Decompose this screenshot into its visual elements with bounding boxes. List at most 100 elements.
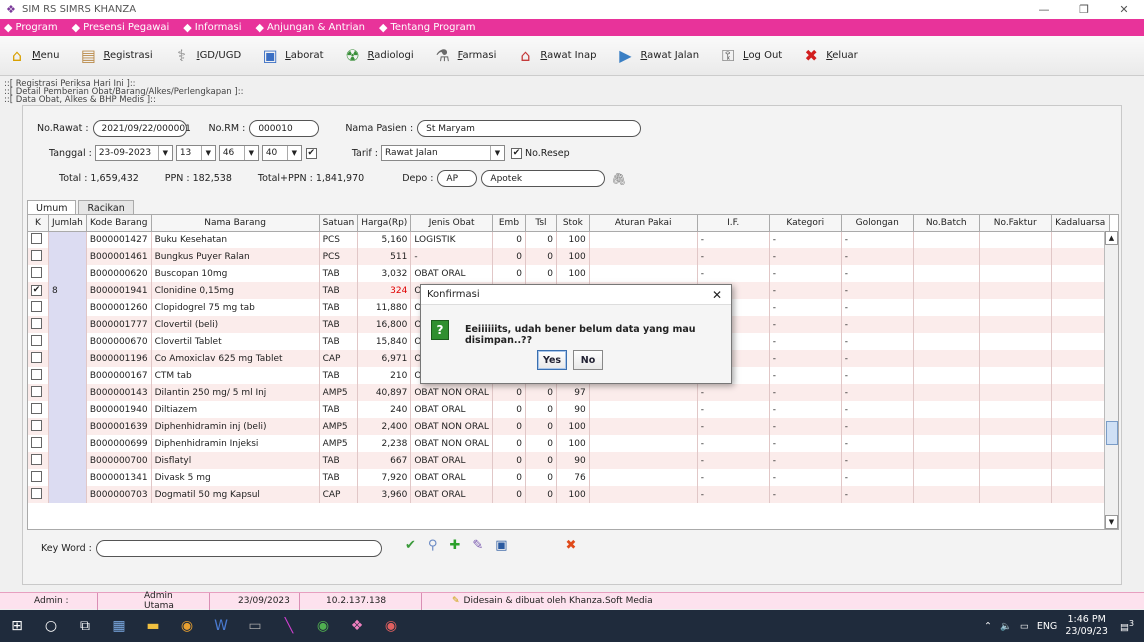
table-row[interactable]: B000000143 Dilantin 250 mg/ 5 ml Inj AMP5 4… xyxy=(28,384,1110,401)
toolbar-igd-ugd-button[interactable]: ⚕ IGD/UGD xyxy=(171,45,241,67)
depo-name-field[interactable]: Apotek xyxy=(481,170,606,187)
word-icon[interactable]: W xyxy=(204,610,238,642)
no-rm-field[interactable]: 000010 xyxy=(249,120,320,137)
column-header[interactable]: Harga(Rp) xyxy=(357,215,412,232)
table-row[interactable]: B000000699 Diphenhidramin Injeksi AMP5 2,23… xyxy=(28,435,1110,452)
table-row[interactable]: B000000700 Disflatyl TAB 667 OBAT ORAL 0 0 90- -… xyxy=(28,452,1110,469)
table-row[interactable]: B000001940 Diltiazem TAB 240 OBAT ORAL 0 0 90- -… xyxy=(28,401,1110,418)
cell-jumlah[interactable] xyxy=(48,469,87,486)
search-icon[interactable]: ○ xyxy=(34,610,68,642)
table-row[interactable]: B000001341 Divask 5 mg TAB 7,920 OBAT ORAL 0 0… xyxy=(28,469,1110,486)
menu-program[interactable]: ◆ Program xyxy=(4,21,58,34)
tray-chevron-icon[interactable]: ⌃ xyxy=(984,621,992,632)
column-header[interactable]: Golongan xyxy=(841,215,914,232)
toolbar-rawat-jalan-button[interactable]: ▶ Rawat Jalan xyxy=(614,45,699,67)
cell-jumlah[interactable] xyxy=(48,265,87,282)
column-header[interactable]: Kadaluarsa xyxy=(1051,215,1110,232)
cell-k[interactable] xyxy=(28,316,49,333)
cell-jumlah[interactable] xyxy=(48,384,87,401)
cell-k[interactable] xyxy=(28,418,49,435)
toolbar-log-out-button[interactable]: ⚿ Log Out xyxy=(717,45,782,67)
row-checkbox[interactable] xyxy=(31,470,42,482)
java-app-icon[interactable]: ❖ xyxy=(340,610,374,642)
row-checkbox[interactable]: ✔ xyxy=(31,285,42,296)
column-header[interactable]: Jenis Obat xyxy=(410,215,493,232)
cell-jumlah[interactable] xyxy=(48,231,87,248)
file-explorer-icon[interactable]: ▬ xyxy=(136,610,170,642)
cell-k[interactable] xyxy=(28,333,49,350)
column-header[interactable]: Aturan Pakai xyxy=(589,215,698,232)
network-icon[interactable]: ▭ xyxy=(1020,621,1029,632)
row-checkbox[interactable] xyxy=(31,266,42,278)
tarif-select[interactable]: Rawat Jalan ▼ xyxy=(381,145,505,161)
table-row[interactable]: B000001461 Bungkus Puyer Ralan PCS 511-0 0 10… xyxy=(28,248,1110,265)
cell-k[interactable] xyxy=(28,299,49,316)
cell-k[interactable] xyxy=(28,248,49,265)
column-header[interactable]: I.F. xyxy=(697,215,770,232)
toolbar-farmasi-button[interactable]: ⚗ Farmasi xyxy=(432,45,496,67)
chrome-alt-icon[interactable]: ◉ xyxy=(374,610,408,642)
menu-informasi[interactable]: ◆ Informasi xyxy=(183,21,241,34)
column-header[interactable]: Kategori xyxy=(769,215,842,232)
menit-select[interactable]: 46 ▼ xyxy=(218,145,259,161)
row-checkbox[interactable] xyxy=(31,368,42,380)
tag-icon[interactable]: ✎ xyxy=(472,538,483,553)
cell-jumlah[interactable] xyxy=(48,248,87,265)
depo-code-field[interactable]: AP xyxy=(437,170,478,187)
cell-k[interactable] xyxy=(28,435,49,452)
chrome-icon[interactable]: ◉ xyxy=(170,610,204,642)
table-row[interactable]: B000001639 Diphenhidramin inj (beli) AMP5 2… xyxy=(28,418,1110,435)
column-header[interactable]: Kode Barang xyxy=(86,215,152,232)
cell-k[interactable] xyxy=(28,367,49,384)
save-icon[interactable]: ▣ xyxy=(495,538,507,553)
toolbar-radiologi-button[interactable]: ☢ Radiologi xyxy=(342,45,413,67)
paperclip-icon[interactable]: 🖇 xyxy=(611,172,626,186)
scroll-up-icon[interactable]: ▲ xyxy=(1105,231,1118,245)
row-checkbox[interactable] xyxy=(31,300,42,312)
toolbar-laborat-button[interactable]: ▣ Laborat xyxy=(259,45,324,67)
toolbar-menu-button[interactable]: ⌂ Menu xyxy=(6,45,60,67)
cell-k[interactable] xyxy=(28,265,49,282)
column-header[interactable]: K xyxy=(28,215,49,232)
notification-icon[interactable]: ▤3 xyxy=(1120,619,1134,633)
yes-button[interactable]: Yes xyxy=(537,350,567,370)
toolbar-keluar-button[interactable]: ✖ Keluar xyxy=(800,45,858,67)
cell-jumlah[interactable]: 8 xyxy=(48,282,87,299)
minimize-button[interactable]: — xyxy=(1024,0,1064,19)
cell-jumlah[interactable] xyxy=(48,486,87,503)
cell-k[interactable]: ✔ xyxy=(28,282,49,299)
language-indicator[interactable]: ENG xyxy=(1037,621,1057,632)
dialog-close-icon[interactable]: ✕ xyxy=(703,288,731,302)
windows-start-icon[interactable]: ⊞ xyxy=(0,610,34,642)
row-checkbox[interactable] xyxy=(31,232,42,244)
column-header[interactable]: Jumlah xyxy=(48,215,87,232)
cell-jumlah[interactable] xyxy=(48,299,87,316)
volume-icon[interactable]: 🔈 xyxy=(1000,621,1012,632)
scroll-thumb[interactable] xyxy=(1106,421,1118,445)
menu-tentang-program[interactable]: ◆ Tentang Program xyxy=(379,21,475,34)
cell-jumlah[interactable] xyxy=(48,350,87,367)
menu-presensi-pegawai[interactable]: ◆ Presensi Pegawai xyxy=(72,21,170,34)
scroll-down-icon[interactable]: ▼ xyxy=(1105,515,1118,529)
row-checkbox[interactable] xyxy=(31,385,42,397)
cell-k[interactable] xyxy=(28,384,49,401)
no-button[interactable]: No xyxy=(573,350,603,370)
jam-select[interactable]: 13 ▼ xyxy=(175,145,216,161)
menu-anjungan-antrian[interactable]: ◆ Anjungan & Antrian xyxy=(255,21,365,34)
column-header[interactable]: Nama Barang xyxy=(151,215,320,232)
no-rawat-field[interactable]: 2021/09/22/000001 xyxy=(92,120,191,137)
cell-jumlah[interactable] xyxy=(48,333,87,350)
row-checkbox[interactable] xyxy=(31,249,42,261)
feather-icon[interactable]: ╲ xyxy=(272,610,306,642)
column-header[interactable]: Emb xyxy=(492,215,526,232)
no-resep-checkbox[interactable]: ✔ xyxy=(511,147,522,159)
column-header[interactable]: Tsl xyxy=(525,215,557,232)
column-header[interactable]: No.Batch xyxy=(913,215,980,232)
task-view-icon[interactable]: ⧉ xyxy=(68,610,102,642)
row-checkbox[interactable] xyxy=(31,436,42,448)
column-header[interactable]: Stok xyxy=(556,215,590,232)
cell-k[interactable] xyxy=(28,452,49,469)
close-x-icon[interactable]: ✖ xyxy=(566,538,577,553)
cell-k[interactable] xyxy=(28,401,49,418)
row-checkbox[interactable] xyxy=(31,419,42,431)
